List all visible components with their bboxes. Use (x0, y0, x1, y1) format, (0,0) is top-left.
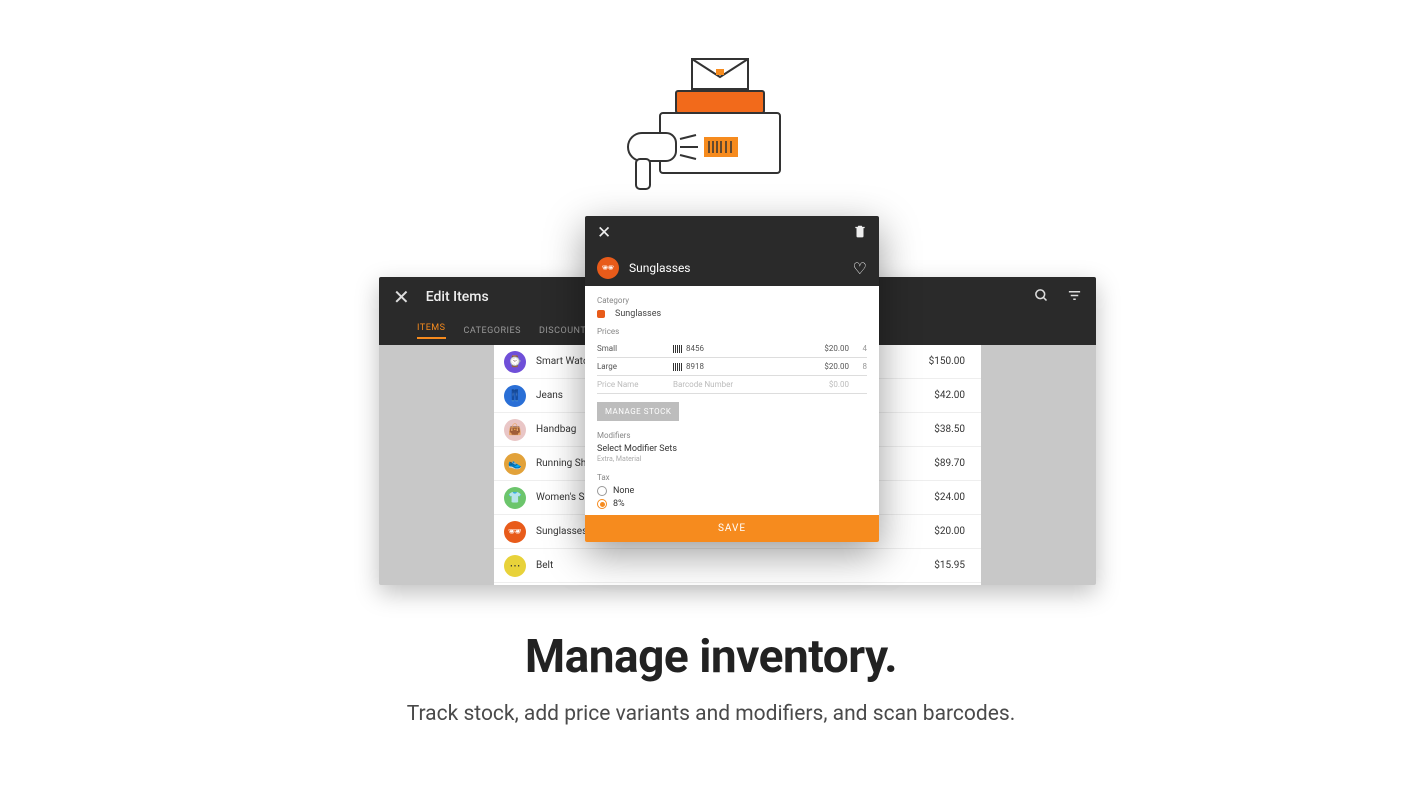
modifiers-select[interactable]: Select Modifier Sets (597, 444, 867, 454)
category-color-swatch (597, 310, 605, 318)
category-section-label: Category (597, 296, 867, 305)
search-icon[interactable] (1034, 288, 1049, 307)
category-row[interactable]: Sunglasses (597, 309, 867, 319)
marketing-subline: Track stock, add price variants and modi… (0, 702, 1422, 726)
variant-row[interactable]: Small 8456 $20.00 4 (597, 340, 867, 358)
delete-icon[interactable] (853, 223, 867, 243)
barcode-icon (673, 345, 683, 353)
tab-categories[interactable]: CATEGORIES (464, 326, 521, 336)
inventory-illustration (606, 55, 816, 215)
tax-option-rate[interactable]: 8% (597, 499, 867, 509)
close-icon[interactable]: ✕ (393, 285, 410, 309)
item-edit-dialog: ✕ 🕶 Sunglasses ♡ Category Sunglasses Pri… (585, 216, 879, 542)
save-button[interactable]: SAVE (585, 515, 879, 542)
category-name: Sunglasses (615, 309, 661, 319)
modifiers-section-label: Modifiers (597, 431, 867, 440)
variant-row[interactable]: Large 8918 $20.00 8 (597, 358, 867, 376)
favorite-icon[interactable]: ♡ (853, 259, 867, 278)
manage-stock-button[interactable]: MANAGE STOCK (597, 402, 679, 421)
item-name: Sunglasses (629, 261, 691, 275)
marketing-headline: Manage inventory. (0, 630, 1422, 684)
modifiers-summary: Extra, Material (597, 455, 867, 463)
list-item[interactable]: ⋯Belt$15.95 (494, 549, 981, 583)
prices-section-label: Prices (597, 327, 867, 336)
tab-items[interactable]: ITEMS (417, 323, 446, 339)
item-thumbnail[interactable]: 🕶 (597, 257, 619, 279)
filter-icon[interactable] (1067, 288, 1082, 307)
tax-option-none[interactable]: None (597, 486, 867, 496)
variant-row-placeholder[interactable]: Price Name Barcode Number $0.00 (597, 376, 867, 394)
tax-section-label: Tax (597, 473, 867, 482)
barcode-icon (673, 363, 683, 371)
close-icon[interactable]: ✕ (597, 223, 611, 243)
